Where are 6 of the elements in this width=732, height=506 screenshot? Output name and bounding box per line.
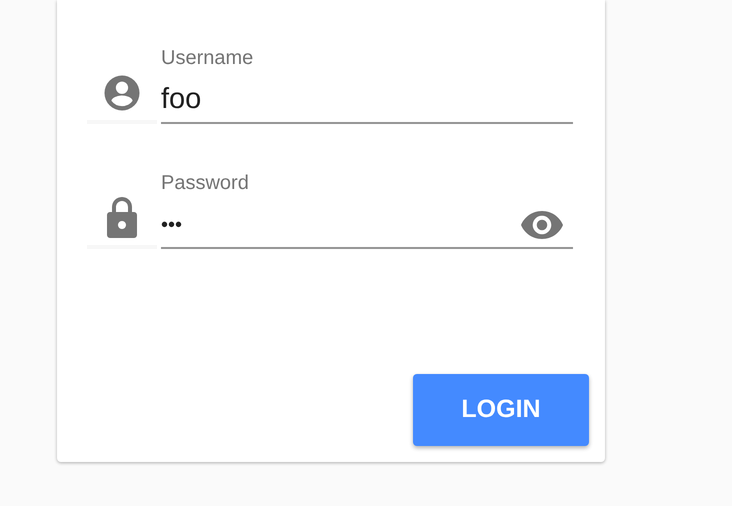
field-label: Password — [161, 171, 249, 195]
lock-icon — [104, 195, 140, 239]
field-label: Username — [161, 46, 254, 70]
text-field[interactable]: foo — [161, 80, 573, 120]
eye-icon[interactable] — [521, 211, 563, 239]
text-field[interactable]: ••• — [161, 205, 521, 245]
